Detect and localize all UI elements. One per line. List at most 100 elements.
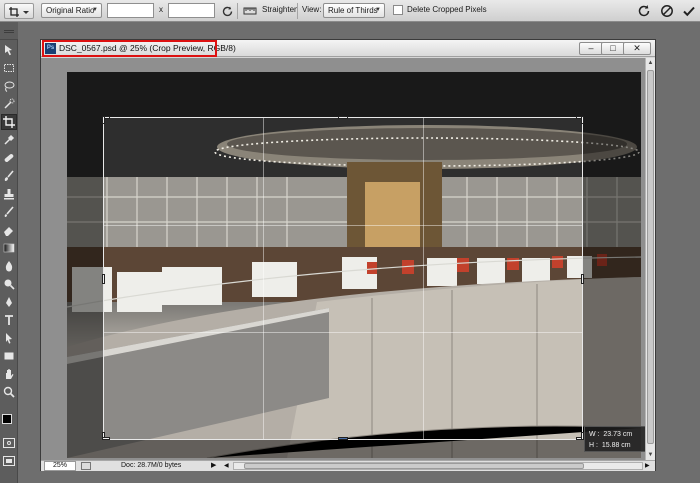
separator: [237, 3, 238, 19]
tools-panel: [0, 40, 18, 483]
delete-cropped-label[interactable]: Delete Cropped Pixels: [407, 5, 487, 14]
rotate-crop-button[interactable]: [219, 3, 235, 19]
path-select-icon: [6, 333, 12, 344]
crop-handle-top-right-v[interactable]: [581, 116, 584, 124]
brush-tool[interactable]: [1, 168, 17, 184]
canvas-area[interactable]: [41, 58, 645, 460]
crop-tool[interactable]: [1, 114, 17, 130]
crop-handle-top[interactable]: [338, 116, 348, 119]
toolbar-grip[interactable]: [0, 22, 18, 40]
move-tool[interactable]: [1, 42, 17, 58]
quick-mask-button[interactable]: [3, 438, 15, 448]
reset-crop-button[interactable]: [636, 3, 652, 19]
dodge-tool[interactable]: [1, 276, 17, 292]
close-icon: ✕: [633, 43, 641, 53]
scroll-left-icon[interactable]: ◀: [224, 461, 229, 471]
scroll-right-icon[interactable]: ▶: [645, 461, 650, 471]
history-brush-tool[interactable]: [1, 204, 17, 220]
width-value: 23.73 cm: [603, 431, 633, 438]
crop-shield-left: [67, 117, 103, 440]
horizontal-scrollbar[interactable]: [233, 462, 643, 470]
foreground-color-swatch[interactable]: [2, 414, 12, 424]
crop-handle-right[interactable]: [581, 274, 584, 284]
photo-restaurant-interior: [67, 72, 641, 458]
separator: [297, 3, 298, 19]
width-label: W :: [589, 431, 600, 438]
brush-tool-icon: [4, 170, 14, 181]
zoom-tool[interactable]: [1, 384, 17, 400]
healing-brush-icon: [4, 154, 14, 162]
height-value: 15.88 cm: [601, 442, 631, 449]
pen-tool[interactable]: [1, 294, 17, 310]
lasso-tool-icon: [4, 81, 15, 92]
reset-icon: [638, 5, 650, 17]
thirds-guide-v2: [423, 118, 424, 439]
move-tool-icon: [5, 45, 12, 56]
clone-stamp-tool[interactable]: [1, 186, 17, 202]
scroll-down-icon[interactable]: ▼: [646, 450, 655, 460]
options-bar: Original Ratio ▼ x Straighten View: Rule…: [0, 0, 700, 22]
crop-shield-right: [583, 117, 641, 440]
marquee-tool[interactable]: [1, 60, 17, 76]
commit-checkmark-icon: [683, 6, 695, 17]
cancel-crop-button[interactable]: [659, 3, 675, 19]
crop-tool-preset-picker[interactable]: [4, 3, 34, 19]
hand-tool-icon: [6, 369, 14, 379]
shape-tool[interactable]: [1, 348, 17, 364]
screen-mode-button[interactable]: [3, 456, 15, 466]
export-icon[interactable]: [81, 462, 91, 470]
zoom-level-field[interactable]: 25%: [44, 461, 76, 471]
crop-handle-left[interactable]: [102, 274, 105, 284]
straighten-label[interactable]: Straighten: [262, 5, 298, 14]
healing-brush-tool[interactable]: [1, 150, 17, 166]
crop-shield-top: [67, 72, 641, 117]
minimize-button[interactable]: –: [579, 42, 603, 55]
ratio-select-value: Original Ratio: [46, 6, 95, 15]
crop-handle-bottom[interactable]: [338, 437, 348, 440]
clone-stamp-icon: [4, 189, 14, 200]
crop-width-readout: W : 23.73 cm: [589, 429, 641, 440]
quick-select-tool-icon: [4, 98, 15, 109]
hand-tool[interactable]: [1, 366, 17, 382]
height-label: H :: [589, 442, 598, 449]
history-brush-icon: [4, 206, 14, 217]
crop-width-field[interactable]: [107, 3, 154, 18]
type-tool[interactable]: [1, 312, 17, 328]
status-bar: 25% Doc: 28.7M/0 bytes ▶ ◀ ▶: [41, 460, 655, 471]
document-window: Ps DSC_0567.psd @ 25% (Crop Preview, RGB…: [40, 39, 656, 471]
maximize-button[interactable]: □: [601, 42, 625, 55]
vertical-scroll-thumb[interactable]: [647, 70, 654, 444]
eraser-tool[interactable]: [1, 222, 17, 238]
rotate-icon: [222, 6, 232, 16]
gradient-tool[interactable]: [1, 240, 17, 256]
straighten-button[interactable]: [242, 3, 258, 19]
blur-tool[interactable]: [1, 258, 17, 274]
blur-tool-icon: [5, 261, 13, 272]
thirds-guide-h1: [104, 225, 582, 226]
crop-tool-icon: [3, 116, 15, 128]
crop-shield-bottom: [67, 440, 641, 458]
overlay-view-value: Rule of Thirds: [328, 6, 378, 15]
quick-select-tool[interactable]: [1, 96, 17, 112]
lasso-tool[interactable]: [1, 78, 17, 94]
crop-box[interactable]: [102, 116, 584, 440]
delete-cropped-checkbox[interactable]: [393, 5, 403, 15]
path-selection-tool[interactable]: [1, 330, 17, 346]
crop-size-tooltip: W : 23.73 cm H : 15.88 cm: [584, 426, 646, 452]
chevron-down-icon: ▼: [92, 7, 98, 13]
shape-tool-icon: [4, 352, 14, 360]
document-tab[interactable]: Ps DSC_0567.psd @ 25% (Crop Preview, RGB…: [41, 40, 655, 57]
overlay-view-select[interactable]: Rule of Thirds ▼: [323, 3, 385, 18]
document-size-info: Doc: 28.7M/0 bytes: [121, 462, 182, 469]
crop-handle-top-left-v[interactable]: [102, 116, 105, 124]
horizontal-scroll-thumb[interactable]: [244, 463, 584, 469]
crop-handle-bottom-left[interactable]: [102, 437, 110, 440]
close-button[interactable]: ✕: [623, 42, 651, 55]
eyedropper-tool[interactable]: [1, 132, 17, 148]
scroll-up-icon[interactable]: ▲: [646, 58, 655, 68]
ratio-select[interactable]: Original Ratio ▼: [41, 3, 102, 18]
commit-crop-button[interactable]: [681, 3, 697, 19]
crop-height-field[interactable]: [168, 3, 215, 18]
vertical-scrollbar[interactable]: ▲ ▼: [645, 58, 655, 460]
status-menu-arrow-icon[interactable]: ▶: [211, 461, 216, 471]
